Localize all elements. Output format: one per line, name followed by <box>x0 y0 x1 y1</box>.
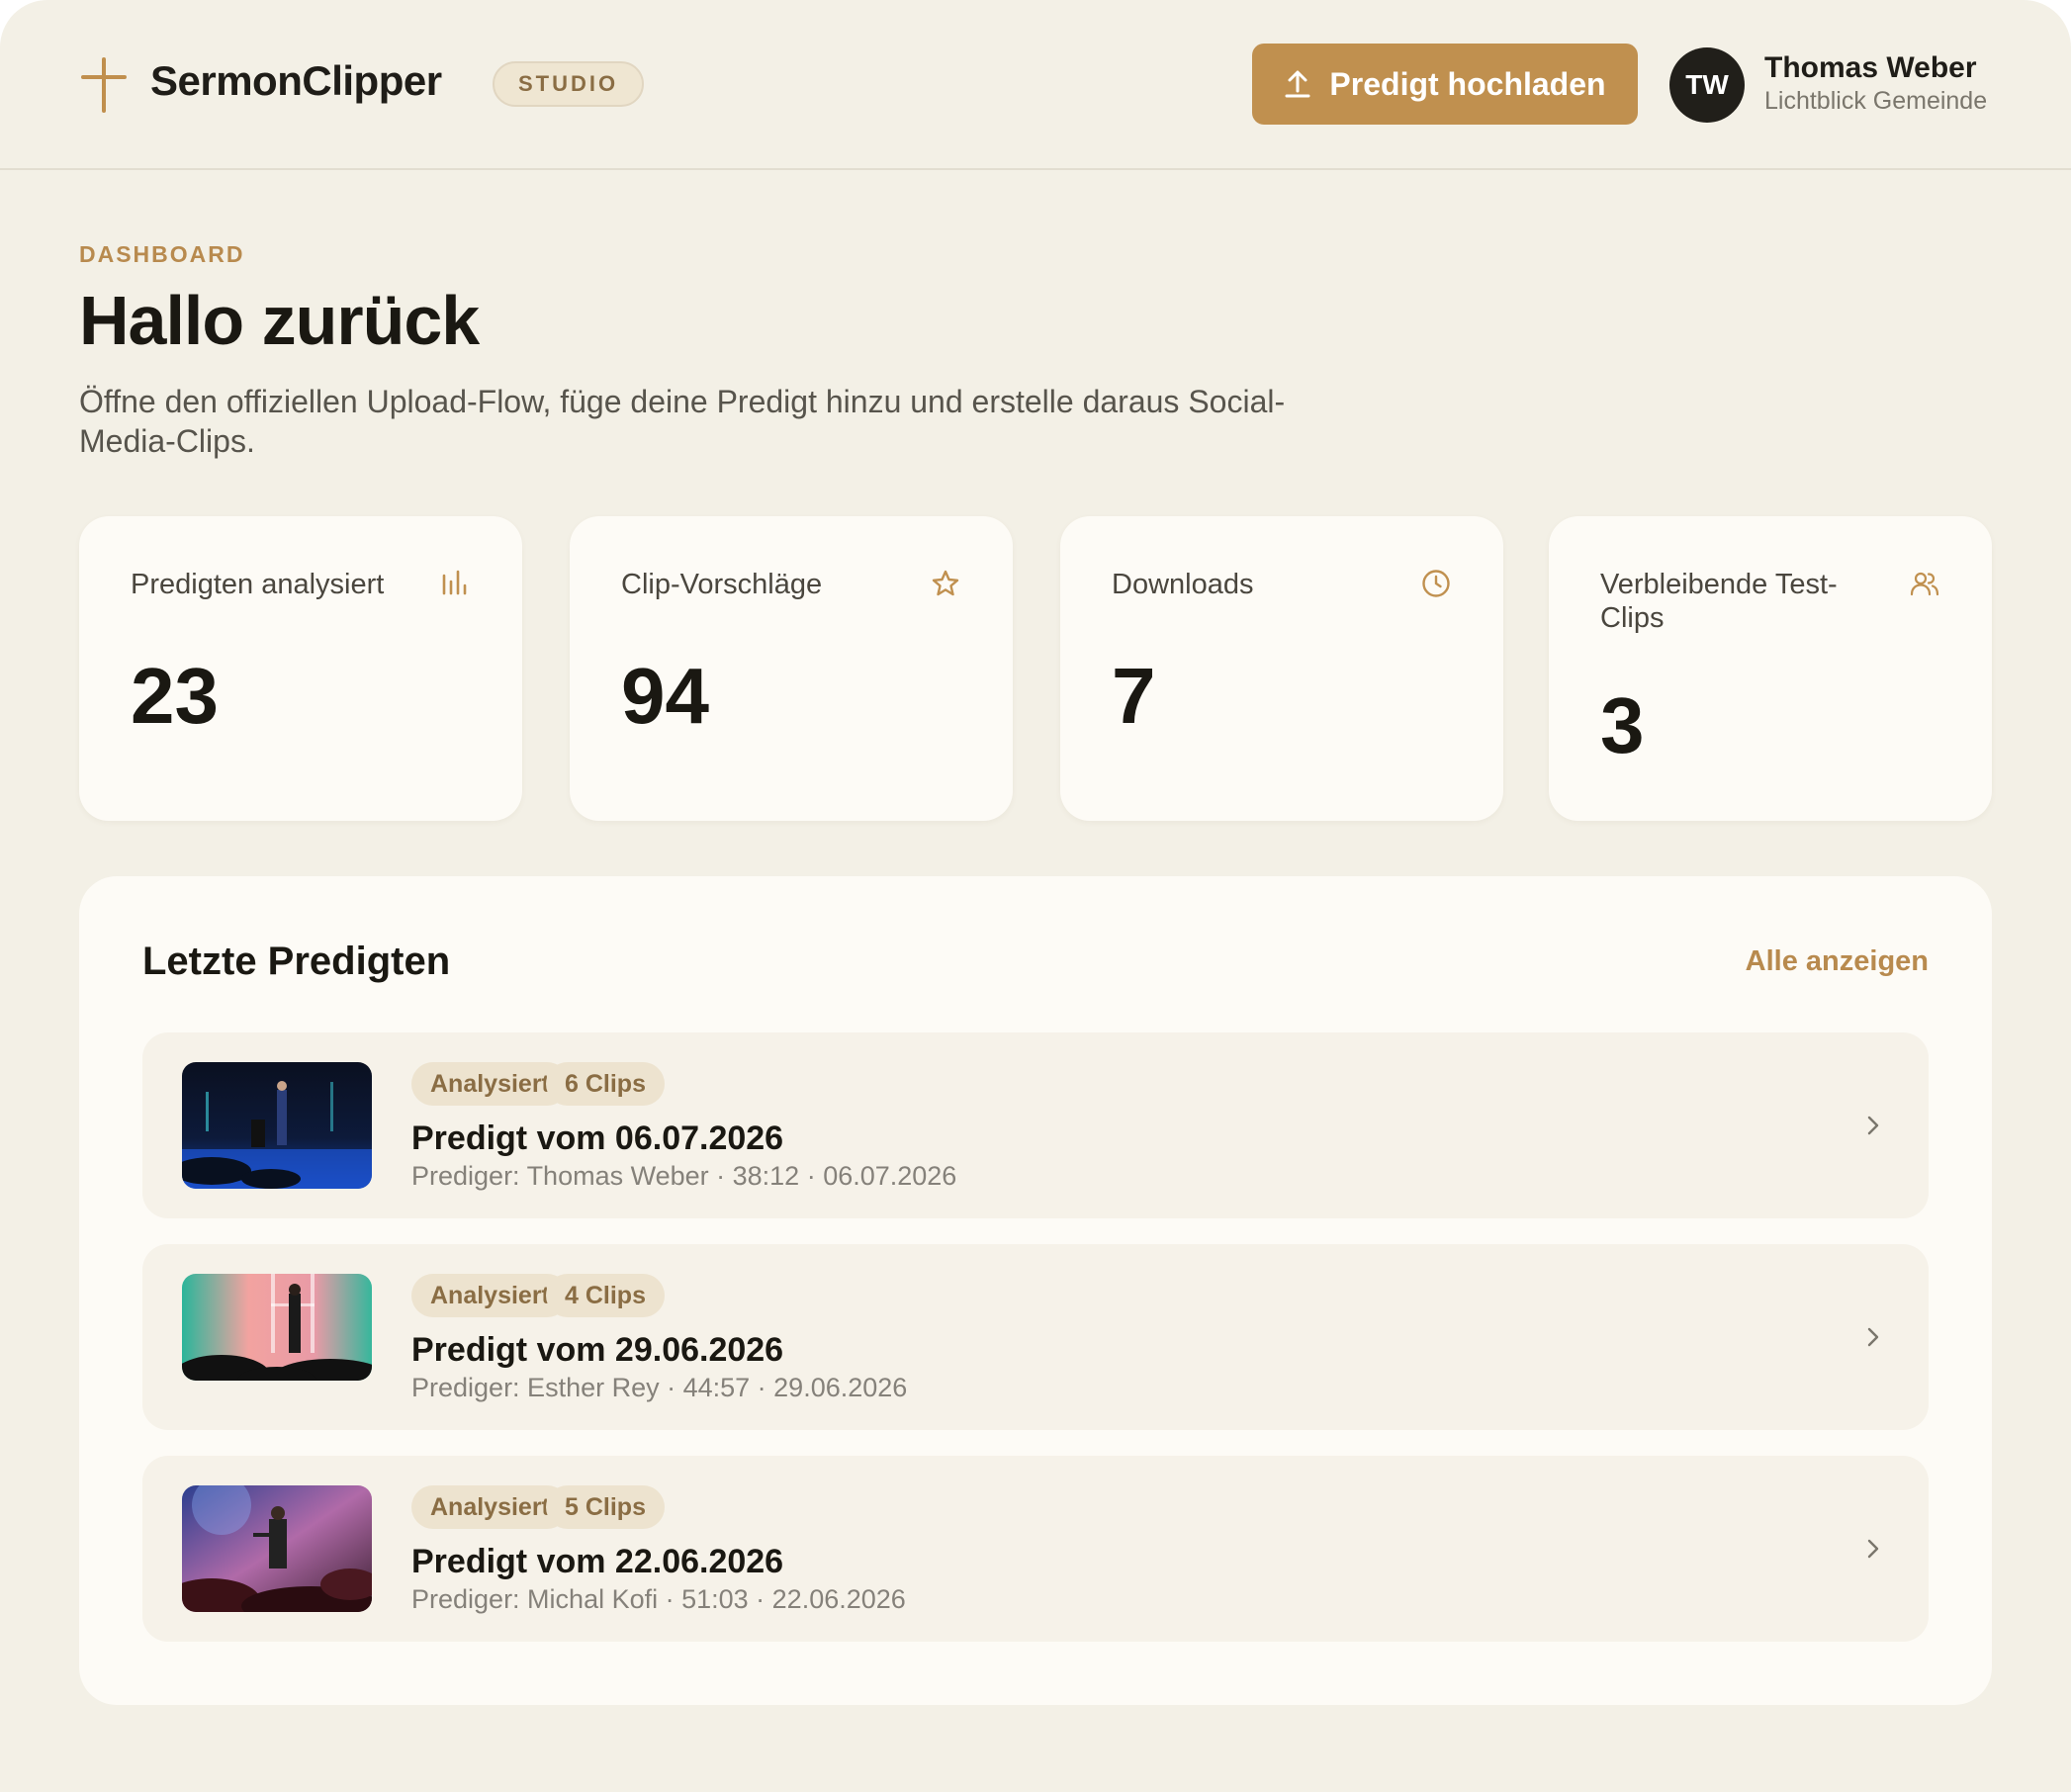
chevron-right-icon <box>1867 1116 1879 1135</box>
stat-value: 23 <box>131 652 219 740</box>
clips-count-badge: 5 Clips <box>546 1485 665 1529</box>
brand-name: SermonClipper <box>150 57 442 104</box>
stat-label: Downloads <box>1112 569 1254 600</box>
avatar[interactable]: TW <box>1669 47 1745 123</box>
app-window: SermonClipper STUDIO Predigt hochladen T… <box>0 0 2071 1792</box>
cross-logo-icon <box>81 57 127 113</box>
stat-card-downloads: Downloads 7 <box>1060 516 1503 821</box>
sermon-meta: Prediger: Thomas Weber · 38:12 · 06.07.2… <box>411 1161 957 1191</box>
users-icon <box>1910 572 1939 596</box>
page-subtitle: Öffne den offiziellen Upload-Flow, füge … <box>79 384 1286 459</box>
studio-badge: STUDIO <box>493 61 645 107</box>
sermon-meta: Prediger: Esther Rey · 44:57 · 29.06.202… <box>411 1373 908 1402</box>
chevron-right-icon <box>1867 1539 1879 1559</box>
view-all-link[interactable]: Alle anzeigen <box>1746 945 1929 978</box>
sermon-row[interactable]: Analysiert 5 Clips Predigt vom 22.06.202… <box>142 1456 1929 1642</box>
stat-label: Predigten analysiert <box>131 569 385 600</box>
sermon-title: Predigt vom 06.07.2026 <box>411 1120 784 1157</box>
star-icon <box>932 570 959 596</box>
user-name: Thomas Weber <box>1764 51 1977 84</box>
chevron-right-icon <box>1867 1327 1879 1347</box>
stat-value: 7 <box>1112 652 1156 740</box>
clips-count-badge: 6 Clips <box>546 1062 665 1106</box>
sermon-row[interactable]: Analysiert 4 Clips Predigt vom 29.06.202… <box>142 1244 1929 1430</box>
user-organization: Lichtblick Gemeinde <box>1764 87 1988 115</box>
sermon-title: Predigt vom 29.06.2026 <box>411 1331 784 1369</box>
sermon-row[interactable]: Analysiert 6 Clips Predigt vom 06.07.202… <box>142 1032 1929 1218</box>
stat-card-remaining-test-clips: Verbleibende Test-Clips 3 <box>1549 516 1992 821</box>
stat-label: Verbleibende Test-Clips <box>1600 569 1838 634</box>
stat-card-sermons-analyzed: Predigten analysiert 23 <box>79 516 522 821</box>
top-header: SermonClipper STUDIO Predigt hochladen T… <box>0 0 2071 170</box>
sermon-thumbnail <box>182 1485 372 1612</box>
sermon-thumbnail <box>182 1274 372 1381</box>
stat-value: 94 <box>621 652 709 740</box>
panel-title: Letzte Predigten <box>142 940 451 983</box>
section-eyebrow: DASHBOARD <box>79 241 245 267</box>
clips-count-badge: 4 Clips <box>546 1274 665 1317</box>
stat-label: Clip-Vorschläge <box>621 569 823 600</box>
sermon-thumbnail <box>182 1062 372 1189</box>
upload-sermon-button[interactable]: Predigt hochladen <box>1252 44 1638 125</box>
bar-chart-icon <box>442 570 467 595</box>
recent-sermons-panel: Letzte Predigten Alle anzeigen Analysier… <box>79 876 1992 1705</box>
upload-icon <box>1285 70 1310 98</box>
sermon-title: Predigt vom 22.06.2026 <box>411 1543 784 1580</box>
sermon-meta: Prediger: Michal Kofi · 51:03 · 22.06.20… <box>411 1584 906 1614</box>
stat-value: 3 <box>1600 681 1645 769</box>
upload-button-label: Predigt hochladen <box>1329 65 1606 102</box>
clock-icon <box>1422 570 1450 597</box>
page-title: Hallo zurück <box>79 282 480 359</box>
stat-card-clip-suggestions: Clip-Vorschläge 94 <box>570 516 1013 821</box>
